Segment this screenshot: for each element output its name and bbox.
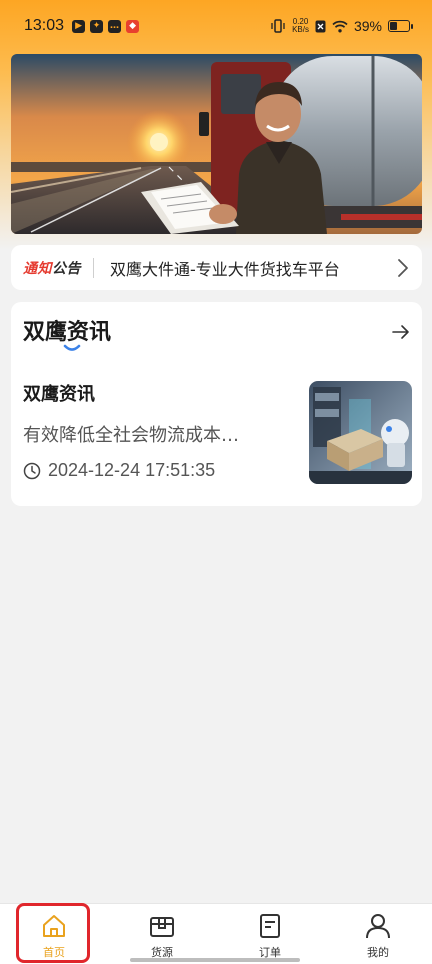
notice-bar[interactable]: 通知公告 双鹰大件通-专业大件货找车平台 [11, 245, 422, 290]
notice-divider [93, 257, 94, 278]
status-app-icons: ▶ ✦ … ◆ [72, 19, 140, 33]
title-underline-decoration [63, 344, 81, 351]
chat-bubble-icon: … [108, 19, 122, 33]
status-time: 13:03 [24, 17, 65, 34]
news-item-time-text: 2024-12-24 17:51:35 [48, 460, 216, 480]
news-item-description: 有效降低全社会物流成本… [23, 425, 239, 446]
tab-profile[interactable]: 我的 [324, 904, 432, 964]
tab-cargo[interactable]: 货源 [108, 904, 216, 964]
status-bar: 13:03 ▶ ✦ … ◆ 0.20 KB/s 39% [0, 0, 432, 52]
net-speed-unit: KB/s [292, 25, 309, 34]
tab-home[interactable]: 首页 [0, 904, 108, 964]
battery-icon [388, 20, 413, 32]
home-icon [43, 915, 65, 937]
notice-tag: 通知公告 [23, 258, 81, 278]
battery-percent: 39% [353, 18, 382, 34]
notice-tag-part1: 通知 [23, 260, 52, 277]
arrow-right-icon[interactable] [392, 324, 410, 340]
truck-driver-sunset-photo [11, 54, 422, 234]
news-item-title[interactable]: 双鹰资讯 [23, 380, 95, 406]
battery-fill [390, 22, 398, 30]
news-item-time: 2024-12-24 17:51:35 [23, 460, 215, 481]
news-section-title: 双鹰资讯 [23, 320, 112, 345]
sim-icon [315, 20, 326, 32]
clock-icon [23, 462, 41, 479]
vibrate-icon [271, 19, 285, 33]
cargo-box-icon [150, 917, 174, 937]
user-profile-icon [366, 914, 390, 939]
news-item-thumbnail[interactable] [309, 381, 412, 484]
tab-orders[interactable]: 订单 [216, 904, 324, 964]
tab-home-label: 首页 [43, 946, 65, 959]
order-document-icon [260, 914, 280, 938]
app-swirl-icon: ✦ [90, 19, 104, 33]
bottom-tab-bar: 首页 货源 订单 我的 [0, 903, 432, 964]
play-store-icon: ▶ [72, 19, 86, 33]
notice-tag-part2: 公告 [52, 260, 81, 277]
network-speed: 0.20 KB/s [292, 18, 309, 34]
gesture-home-indicator [130, 958, 300, 962]
news-card: 双鹰资讯 双鹰资讯 有效降低全社会物流成本… 2024-12-24 17:51:… [11, 302, 422, 506]
chevron-right-icon[interactable] [396, 258, 410, 278]
notice-text[interactable]: 双鹰大件通-专业大件货找车平台 [110, 256, 396, 280]
banner-image[interactable] [11, 54, 422, 234]
wifi-icon [332, 20, 348, 32]
status-right: 0.20 KB/s 39% [270, 18, 413, 34]
warehouse-robot-thumbnail [309, 381, 412, 484]
red-app-icon: ◆ [126, 19, 140, 33]
tab-profile-label: 我的 [367, 946, 389, 959]
